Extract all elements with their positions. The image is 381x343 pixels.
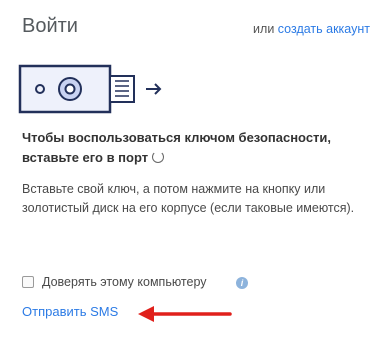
create-account-link[interactable]: создать аккаунт	[278, 22, 370, 36]
loading-spinner-icon	[152, 151, 165, 163]
send-sms-link[interactable]: Отправить SMS	[22, 304, 118, 319]
insert-key-message-text: Чтобы воспользоваться ключом безопасност…	[22, 130, 332, 165]
header-account-prompt: или создать аккаунт	[253, 22, 370, 36]
insert-key-description: Вставьте свой ключ, а потом нажмите на к…	[22, 182, 355, 215]
security-key-illustration	[18, 64, 162, 114]
trust-computer-checkbox[interactable]	[22, 276, 34, 288]
or-text: или	[253, 22, 275, 36]
page-title: Войти	[22, 15, 78, 37]
insert-key-message: Чтобы воспользоваться ключом безопасност…	[22, 128, 372, 168]
trust-computer-label[interactable]: Доверять этому компьютеру	[42, 275, 207, 289]
security-key-icon	[18, 64, 135, 114]
arrow-right-icon	[146, 83, 162, 95]
info-icon[interactable]: i	[236, 277, 248, 289]
annotation-arrow-icon	[138, 306, 232, 322]
trust-computer-row[interactable]: Доверять этому компьютеру	[22, 275, 207, 289]
